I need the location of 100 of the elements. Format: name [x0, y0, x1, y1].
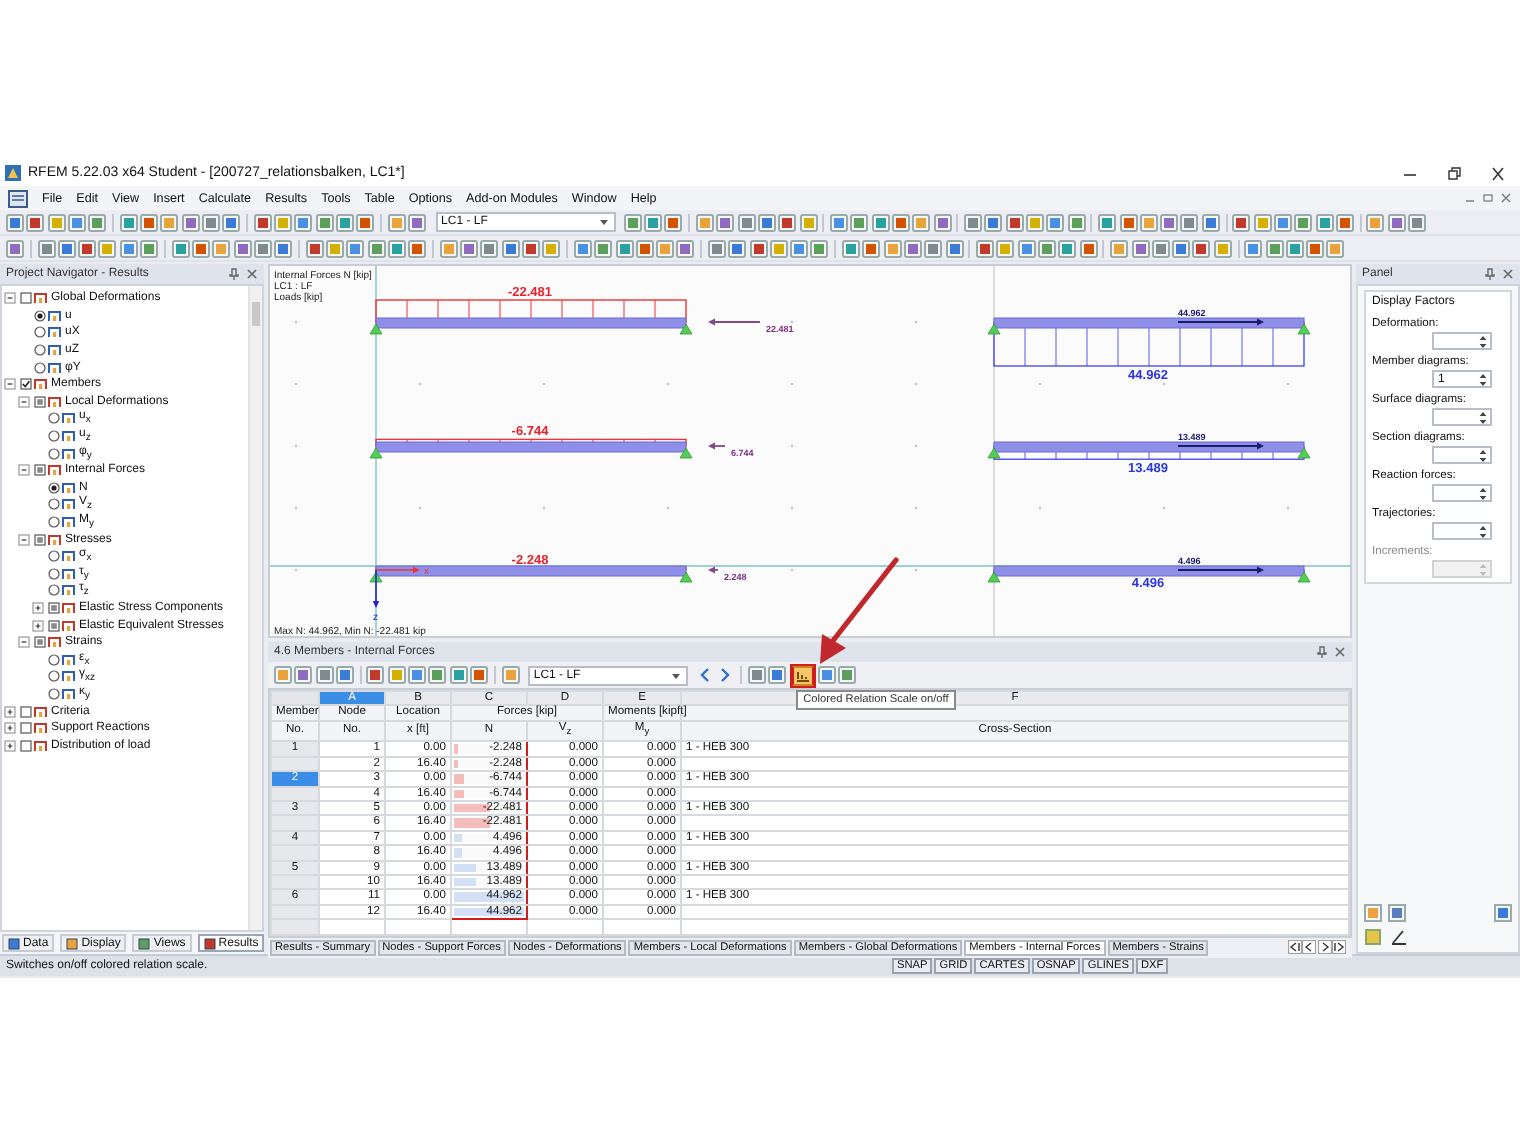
radio-button[interactable]	[47, 430, 59, 443]
checkbox[interactable]	[19, 705, 31, 718]
radio-button[interactable]	[47, 670, 59, 683]
spin-arrows-icon[interactable]	[1478, 409, 1488, 425]
radio-button[interactable]	[47, 584, 59, 597]
pin-icon[interactable]	[1484, 268, 1496, 280]
expand-icon[interactable]	[4, 705, 16, 718]
radio-button[interactable]	[47, 687, 59, 700]
annotation-arrow	[820, 557, 899, 664]
radio-button[interactable]	[33, 326, 45, 339]
spin-field[interactable]	[1432, 522, 1492, 540]
support-icon	[679, 571, 693, 583]
spin-field[interactable]	[1432, 408, 1492, 426]
result-icon	[48, 326, 62, 339]
checkbox[interactable]	[47, 601, 59, 614]
result-icon	[48, 395, 62, 408]
support-icon	[369, 447, 383, 459]
radio-button[interactable]	[33, 344, 45, 357]
radio-button[interactable]	[47, 653, 59, 666]
relation-scale-button[interactable]	[791, 665, 814, 685]
z-axis-arrow	[372, 569, 380, 608]
spin-field[interactable]	[1432, 484, 1492, 502]
load-arrow	[708, 442, 726, 450]
expand-icon[interactable]	[4, 722, 16, 735]
pin-icon[interactable]	[1316, 646, 1328, 658]
collapse-icon[interactable]	[18, 464, 30, 477]
checkbox[interactable]	[19, 739, 31, 752]
collapse-icon[interactable]	[4, 292, 16, 305]
result-icon	[48, 464, 62, 477]
checkbox[interactable]	[19, 722, 31, 735]
dropdown-arrow-icon	[669, 669, 682, 681]
checkbox[interactable]	[33, 636, 45, 649]
spin-arrows-icon[interactable]	[1478, 371, 1488, 387]
support-icon	[1297, 571, 1311, 583]
spin-arrows-icon[interactable]	[1478, 333, 1488, 349]
expand-icon[interactable]	[32, 619, 44, 632]
spin-arrows-icon[interactable]	[1478, 447, 1488, 463]
checkbox[interactable]	[19, 292, 31, 305]
result-icon	[62, 481, 76, 494]
result-icon	[48, 533, 62, 546]
collapse-icon[interactable]	[18, 533, 30, 546]
tab-icon	[138, 937, 151, 949]
radio-button[interactable]	[47, 516, 59, 529]
spin-field[interactable]	[1432, 332, 1492, 350]
result-icon	[62, 550, 76, 563]
tool-icon[interactable]	[1494, 904, 1512, 922]
radio-button[interactable]	[33, 309, 45, 322]
result-icon	[62, 619, 76, 632]
collapse-icon[interactable]	[4, 378, 16, 391]
result-icon	[62, 430, 76, 443]
collapse-icon[interactable]	[18, 395, 30, 408]
collapse-icon[interactable]	[18, 636, 30, 649]
restore-icon[interactable]	[1482, 192, 1494, 204]
expand-icon[interactable]	[32, 601, 44, 614]
result-icon	[48, 636, 62, 649]
checkbox[interactable]	[33, 464, 45, 477]
result-icon	[62, 601, 76, 614]
result-icon	[62, 670, 76, 683]
support-icon	[1297, 447, 1311, 459]
support-icon	[987, 323, 1001, 335]
result-icon	[62, 447, 76, 460]
radio-button[interactable]	[47, 567, 59, 580]
next-icon[interactable]	[716, 666, 735, 684]
radio-button[interactable]	[47, 550, 59, 563]
spin-arrows-icon[interactable]	[1478, 523, 1488, 539]
result-icon	[34, 378, 48, 391]
radio-button[interactable]	[47, 412, 59, 425]
document-icon[interactable]	[8, 189, 28, 207]
scroll-button-icon[interactable]	[1317, 940, 1331, 955]
load-arrow	[1177, 442, 1264, 450]
spin-arrows-icon[interactable]	[1478, 485, 1488, 501]
expand-icon[interactable]	[4, 739, 16, 752]
checkbox[interactable]	[47, 619, 59, 632]
result-icon	[34, 705, 48, 718]
checkbox[interactable]	[33, 533, 45, 546]
previous-icon[interactable]	[696, 666, 715, 684]
result-icon	[62, 498, 76, 511]
radio-button[interactable]	[47, 498, 59, 511]
checkbox[interactable]	[19, 378, 31, 391]
support-icon	[987, 447, 1001, 459]
support-icon	[1297, 323, 1311, 335]
result-icon	[48, 309, 62, 322]
app-icon	[4, 164, 22, 182]
result-icon	[48, 344, 62, 357]
tab-icon	[66, 937, 79, 949]
checkbox[interactable]	[33, 395, 45, 408]
scroll-bar[interactable]	[248, 286, 262, 930]
radio-button[interactable]	[47, 481, 59, 494]
spin-field[interactable]	[1432, 446, 1492, 464]
radio-button[interactable]	[47, 447, 59, 460]
scroll-button-icon[interactable]	[1302, 940, 1316, 955]
radio-button[interactable]	[33, 361, 45, 374]
pin-icon[interactable]	[228, 268, 240, 280]
result-icon	[62, 584, 76, 597]
result-icon	[48, 361, 62, 374]
result-icon	[34, 722, 48, 735]
scroll-button-icon[interactable]	[1287, 940, 1301, 955]
scroll-button-icon[interactable]	[1332, 940, 1346, 955]
result-icon	[62, 516, 76, 529]
support-icon	[369, 571, 383, 583]
